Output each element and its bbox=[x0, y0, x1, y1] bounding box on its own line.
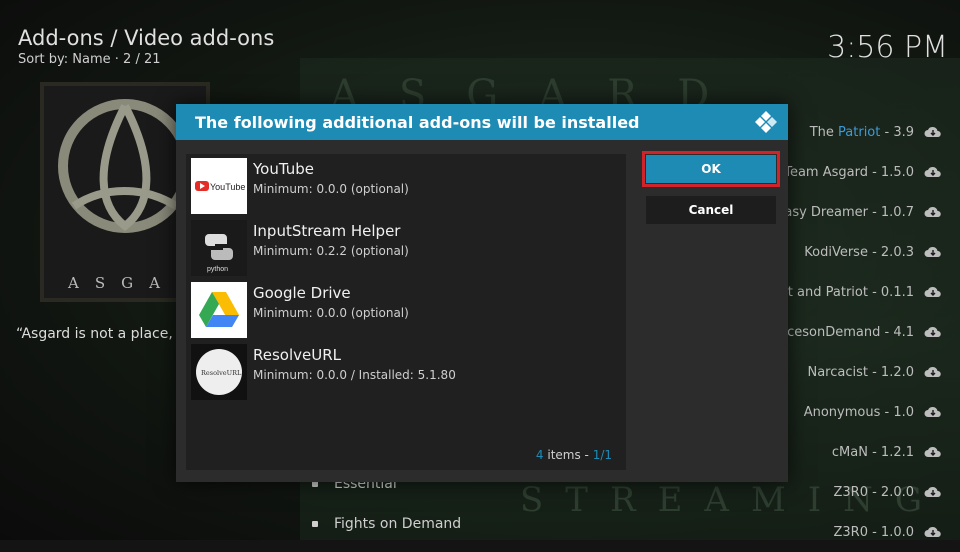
item-title: YouTube bbox=[253, 160, 314, 178]
list-item-google-drive[interactable]: Google Drive Minimum: 0.0.0 (optional) bbox=[191, 282, 621, 338]
cloud-download-icon bbox=[924, 206, 941, 217]
addon-list-item-label: Narcacist - 1.2.0 bbox=[807, 365, 914, 380]
cloud-download-icon bbox=[924, 526, 941, 537]
item-detail: Minimum: 0.0.0 (optional) bbox=[253, 306, 409, 320]
list-item-fights-on-demand[interactable]: Fights on Demand bbox=[312, 516, 461, 532]
label-prefix: Xtasy Dreamer - 1.0.7 bbox=[770, 204, 914, 220]
addon-list-item[interactable]: Z3R0 - 1.0.0 bbox=[742, 512, 942, 552]
sort-info: Sort by: Name · 2 / 21 bbox=[18, 52, 161, 67]
ok-button[interactable]: OK bbox=[642, 151, 780, 187]
python-icon: python bbox=[191, 220, 247, 276]
label-prefix: KodiVerse - 2.0.3 bbox=[804, 244, 914, 260]
cloud-download-icon bbox=[924, 126, 941, 137]
cloud-download-icon bbox=[924, 166, 941, 177]
addon-description: “Asgard is not a place, it' bbox=[16, 326, 191, 342]
youtube-icon: YouTube bbox=[191, 158, 247, 214]
clock: 3:56 PM bbox=[827, 30, 948, 65]
page-indicator: 1/1 bbox=[592, 448, 612, 462]
addon-list-item-label: Xtasy Dreamer - 1.0.7 bbox=[770, 205, 914, 220]
addon-list-item-label: Anonymous - 1.0 bbox=[804, 405, 914, 420]
label-prefix: Anonymous - 1.0 bbox=[803, 404, 914, 420]
thumbnail-label: ASGA bbox=[68, 274, 176, 292]
resolveurl-icon: ResolveURL bbox=[191, 344, 247, 400]
bullet-icon bbox=[312, 521, 318, 527]
dialog-header: The following additional add-ons will be… bbox=[176, 104, 788, 140]
item-count: 4 items - 1/1 bbox=[536, 448, 612, 462]
label-accent: Patriot bbox=[838, 124, 881, 140]
addon-list-item-label: Z3R0 - 2.0.0 bbox=[833, 485, 914, 500]
item-detail: Minimum: 0.0.0 / Installed: 5.1.80 bbox=[253, 368, 456, 382]
item-count-label: items - bbox=[543, 448, 593, 462]
resolveurl-icon-text: ResolveURL bbox=[201, 369, 242, 377]
google-drive-icon bbox=[191, 282, 247, 338]
dialog-title: The following additional add-ons will be… bbox=[195, 112, 640, 132]
label-suffix: - 3.9 bbox=[880, 124, 914, 140]
item-title: InputStream Helper bbox=[253, 222, 401, 240]
kodi-logo-icon bbox=[755, 111, 777, 133]
addon-list-item-label: cMaN - 1.2.1 bbox=[832, 445, 914, 460]
label-prefix: The bbox=[809, 124, 839, 140]
cloud-download-icon bbox=[924, 406, 941, 417]
cloud-download-icon bbox=[924, 326, 941, 337]
addon-list-item-label: Z3R0 - 1.0.0 bbox=[833, 525, 914, 540]
youtube-icon-text: YouTube bbox=[210, 182, 245, 192]
addon-list-item-label: RacesonDemand - 4.1 bbox=[770, 325, 914, 340]
label-prefix: Team Asgard - 1.5.0 bbox=[784, 164, 914, 180]
cloud-download-icon bbox=[924, 446, 941, 457]
addon-dependency-list: YouTube YouTube Minimum: 0.0.0 (optional… bbox=[186, 154, 626, 470]
label-prefix: Z3R0 - 1.0.0 bbox=[833, 524, 914, 540]
list-item-inputstream-helper[interactable]: python InputStream Helper Minimum: 0.2.2… bbox=[191, 220, 621, 276]
list-item-youtube[interactable]: YouTube YouTube Minimum: 0.0.0 (optional… bbox=[191, 158, 621, 214]
page-title: Add-ons / Video add-ons bbox=[18, 26, 275, 50]
item-count-number: 4 bbox=[535, 448, 544, 462]
cloud-download-icon bbox=[924, 486, 941, 497]
label-prefix: Z3R0 - 2.0.0 bbox=[833, 484, 914, 500]
item-detail: Minimum: 0.0.0 (optional) bbox=[253, 182, 409, 196]
cancel-button[interactable]: Cancel bbox=[646, 196, 776, 224]
python-icon-text: python bbox=[207, 266, 228, 273]
label-prefix: Narcacist - 1.2.0 bbox=[807, 364, 914, 380]
label-prefix: cMaN - 1.2.1 bbox=[831, 444, 914, 460]
item-title: Google Drive bbox=[253, 284, 351, 302]
list-item-label: Fights on Demand bbox=[334, 516, 462, 532]
cloud-download-icon bbox=[924, 286, 941, 297]
item-title: ResolveURL bbox=[253, 346, 342, 364]
addon-list-item-label: Team Asgard - 1.5.0 bbox=[784, 165, 914, 180]
cloud-download-icon bbox=[924, 366, 941, 377]
addon-list-item-label: KodiVerse - 2.0.3 bbox=[804, 245, 914, 260]
item-detail: Minimum: 0.2.2 (optional) bbox=[253, 244, 409, 258]
label-prefix: RacesonDemand - 4.1 bbox=[770, 324, 914, 340]
install-dependencies-dialog: The following additional add-ons will be… bbox=[176, 104, 788, 482]
list-item-resolveurl[interactable]: ResolveURL ResolveURL Minimum: 0.0.0 / I… bbox=[191, 344, 621, 400]
addon-list-item-label: The Patriot - 3.9 bbox=[810, 125, 914, 140]
cloud-download-icon bbox=[924, 246, 941, 257]
